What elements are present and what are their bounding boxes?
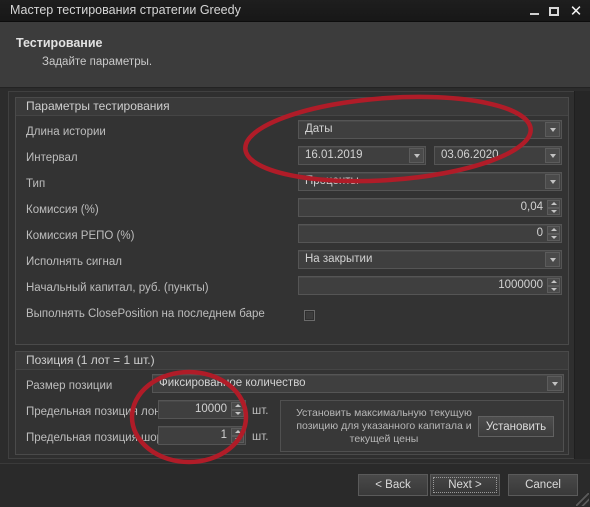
input-max-long-position-value: 10000 xyxy=(195,403,227,415)
date-from-value: 16.01.2019 xyxy=(305,149,363,161)
spinner-up-icon[interactable] xyxy=(231,402,244,410)
label-max-long-position: Предельная позиция лонг xyxy=(26,406,165,418)
window-title: Мастер тестирования стратегии Greedy xyxy=(10,3,241,17)
combo-type-value: Проценты xyxy=(305,175,359,187)
combo-history-length-value: Даты xyxy=(305,123,333,135)
date-picker-from[interactable]: 16.01.2019 xyxy=(298,146,426,165)
spinner-down-icon[interactable] xyxy=(547,285,560,293)
page-subtitle: Задайте параметры. xyxy=(42,56,153,68)
input-commission[interactable]: 0,04 xyxy=(298,198,562,217)
input-initial-capital-value: 1000000 xyxy=(498,279,543,291)
next-button[interactable]: Next > xyxy=(430,474,500,496)
row-commission: Комиссия (%) 0,04 xyxy=(16,198,568,224)
spinner-down-icon[interactable] xyxy=(547,233,560,241)
label-type: Тип xyxy=(26,178,46,190)
spinner-down-icon[interactable] xyxy=(231,435,244,443)
row-initial-capital: Начальный капитал, руб. (пункты) 1000000 xyxy=(16,276,568,302)
input-repo-commission[interactable]: 0 xyxy=(298,224,562,243)
spinner-up-icon[interactable] xyxy=(547,226,560,234)
combo-position-size-value: Фиксированное количество xyxy=(159,377,306,389)
label-interval: Интервал xyxy=(26,152,78,164)
spinner-up-icon[interactable] xyxy=(547,200,560,208)
group-title-testing-parameters: Параметры тестирования xyxy=(16,98,568,116)
chevron-down-icon[interactable] xyxy=(545,122,560,137)
input-initial-capital[interactable]: 1000000 xyxy=(298,276,562,295)
set-max-position-button[interactable]: Установить xyxy=(478,416,554,437)
spinner-down-icon[interactable] xyxy=(547,207,560,215)
combo-type[interactable]: Проценты xyxy=(298,172,562,191)
cancel-button[interactable]: Cancel xyxy=(508,474,578,496)
chevron-down-icon[interactable] xyxy=(545,148,560,163)
spinner-up-icon[interactable] xyxy=(231,428,244,436)
input-repo-commission-value: 0 xyxy=(536,227,543,239)
maximize-icon[interactable] xyxy=(544,0,564,22)
combo-position-size[interactable]: Фиксированное количество xyxy=(152,374,564,393)
minimize-icon[interactable] xyxy=(524,0,544,22)
label-position-size: Размер позиции xyxy=(26,380,113,392)
unit-max-short-position: шт. xyxy=(252,431,269,443)
wizard-header: Тестирование Задайте параметры. xyxy=(0,22,590,88)
back-button[interactable]: < Back xyxy=(358,474,428,496)
group-position: Позиция (1 лот = 1 шт.) Размер позиции Ф… xyxy=(15,351,569,455)
row-close-position: Выполнять ClosePosition на последнем бар… xyxy=(16,302,568,328)
label-close-position: Выполнять ClosePosition на последнем бар… xyxy=(26,308,265,320)
date-to-value: 03.06.2020 xyxy=(441,149,499,161)
label-commission: Комиссия (%) xyxy=(26,204,99,216)
wizard-footer: < Back Next > Cancel xyxy=(0,463,590,507)
content-pane: Параметры тестирования Длина истории Дат… xyxy=(8,91,574,459)
label-initial-capital: Начальный капитал, руб. (пункты) xyxy=(26,282,209,294)
label-repo-commission: Комиссия РЕПО (%) xyxy=(26,230,135,242)
row-execute-signal: Исполнять сигнал На закрытии xyxy=(16,250,568,276)
max-position-hint-text: Установить максимальную текущую позицию … xyxy=(296,407,472,445)
spinner-initial-capital[interactable] xyxy=(547,278,560,293)
right-gutter xyxy=(574,91,590,459)
max-position-hint-box: Установить максимальную текущую позицию … xyxy=(280,400,564,452)
spinner-repo-commission[interactable] xyxy=(547,226,560,241)
spinner-up-icon[interactable] xyxy=(547,278,560,286)
row-position-size: Размер позиции Фиксированное количество xyxy=(16,374,568,400)
chevron-down-icon[interactable] xyxy=(545,174,560,189)
group-testing-parameters: Параметры тестирования Длина истории Дат… xyxy=(15,97,569,345)
close-glyph: ✕ xyxy=(569,1,583,20)
close-icon[interactable]: ✕ xyxy=(566,0,586,22)
spinner-commission[interactable] xyxy=(547,200,560,215)
title-bar[interactable]: Мастер тестирования стратегии Greedy ✕ xyxy=(0,0,590,22)
chevron-down-icon[interactable] xyxy=(545,252,560,267)
combo-execute-signal[interactable]: На закрытии xyxy=(298,250,562,269)
input-max-long-position[interactable]: 10000 xyxy=(158,400,246,419)
chevron-down-icon[interactable] xyxy=(409,148,424,163)
group-title-position: Позиция (1 лот = 1 шт.) xyxy=(16,352,568,370)
wizard-window: Мастер тестирования стратегии Greedy ✕ Т… xyxy=(0,0,590,507)
page-title: Тестирование xyxy=(16,36,103,50)
chevron-down-icon[interactable] xyxy=(547,376,562,391)
input-commission-value: 0,04 xyxy=(520,201,543,213)
combo-history-length[interactable]: Даты xyxy=(298,120,562,139)
date-picker-to[interactable]: 03.06.2020 xyxy=(434,146,562,165)
row-type: Тип Проценты xyxy=(16,172,568,198)
resize-grip-icon[interactable] xyxy=(576,493,589,506)
spinner-max-long-position[interactable] xyxy=(231,402,244,417)
input-max-short-position-value: 1 xyxy=(220,429,227,441)
input-max-short-position[interactable]: 1 xyxy=(158,426,246,445)
spinner-max-short-position[interactable] xyxy=(231,428,244,443)
row-interval: Интервал 16.01.2019 03.06.2020 xyxy=(16,146,568,172)
label-max-short-position: Предельная позиция шорт xyxy=(26,432,169,444)
row-repo-commission: Комиссия РЕПО (%) 0 xyxy=(16,224,568,250)
combo-execute-signal-value: На закрытии xyxy=(305,253,373,265)
spinner-down-icon[interactable] xyxy=(231,409,244,417)
wizard-body: Параметры тестирования Длина истории Дат… xyxy=(0,89,590,463)
checkbox-close-position[interactable] xyxy=(304,310,315,321)
row-history-length: Длина истории Даты xyxy=(16,120,568,146)
unit-max-long-position: шт. xyxy=(252,405,269,417)
label-execute-signal: Исполнять сигнал xyxy=(26,256,122,268)
label-history-length: Длина истории xyxy=(26,126,106,138)
focus-ring xyxy=(433,477,497,493)
